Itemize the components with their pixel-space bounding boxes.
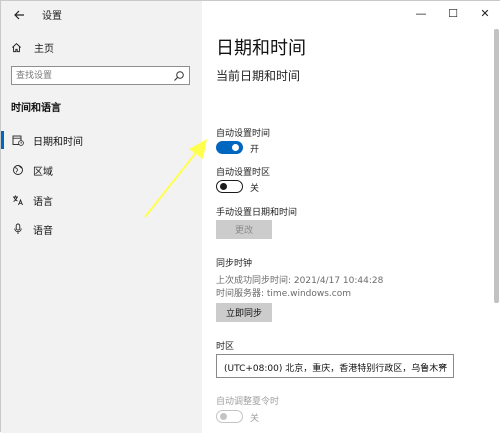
sidebar: 设置 主页 时间和语言 日期和时间 <box>1 1 202 433</box>
microphone-icon <box>14 223 22 234</box>
dst-label: 自动调整夏令时 <box>216 397 280 407</box>
app-title: 设置 <box>42 11 62 22</box>
minimize-button[interactable]: — <box>405 1 437 25</box>
last-sync-text: 上次成功同步时间: 2021/4/17 10:44:28 <box>216 276 384 286</box>
auto-time-label: 自动设置时间 <box>216 129 271 139</box>
section-title: 时间和语言 <box>11 103 61 114</box>
globe-icon <box>13 165 23 175</box>
sidebar-item-label: 语言 <box>33 197 53 208</box>
window-controls: — ☐ ✕ <box>405 1 500 25</box>
dst-toggle[interactable] <box>216 410 243 423</box>
settings-window: 设置 主页 时间和语言 日期和时间 <box>0 0 500 433</box>
chevron-down-icon <box>438 364 447 370</box>
time-server-text: 时间服务器: time.windows.com <box>216 289 352 299</box>
toggle-knob <box>232 144 239 151</box>
auto-timezone-state: 关 <box>250 184 260 194</box>
titlebar-left: 设置 <box>1 1 202 29</box>
sync-now-button[interactable]: 立即同步 <box>216 303 272 322</box>
sidebar-item-region[interactable]: 区域 <box>1 158 202 182</box>
timezone-value: (UTC+08:00) 北京，重庆，香港特别行政区，乌鲁木齐 <box>224 364 448 374</box>
toggle-knob <box>220 412 227 420</box>
sidebar-item-label: 语音 <box>33 226 53 237</box>
sidebar-item-date-time[interactable]: 日期和时间 <box>1 128 202 152</box>
search-input[interactable] <box>16 69 166 83</box>
toggle-knob <box>220 182 227 190</box>
close-button[interactable]: ✕ <box>469 1 500 25</box>
auto-timezone-label: 自动设置时区 <box>216 168 271 178</box>
back-button[interactable] <box>9 5 29 25</box>
auto-time-state: 开 <box>250 145 260 155</box>
change-button[interactable]: 更改 <box>216 220 272 239</box>
timezone-select[interactable]: (UTC+08:00) 北京，重庆，香港特别行政区，乌鲁木齐 <box>216 354 454 378</box>
search-box[interactable] <box>11 66 190 85</box>
maximize-button[interactable]: ☐ <box>437 1 469 25</box>
calendar-clock-icon <box>12 135 24 146</box>
search-icon[interactable] <box>173 70 185 82</box>
sidebar-item-language[interactable]: 语言 <box>1 188 202 212</box>
section-subtitle: 当前日期和时间 <box>216 69 301 83</box>
manual-datetime-label: 手动设置日期和时间 <box>216 208 298 218</box>
sidebar-item-speech[interactable]: 语音 <box>1 217 202 241</box>
sidebar-item-label: 区域 <box>33 167 53 178</box>
sidebar-item-label: 日期和时间 <box>33 137 83 148</box>
sidebar-item-label: 主页 <box>34 43 54 55</box>
auto-time-toggle[interactable] <box>216 141 243 154</box>
auto-timezone-toggle[interactable] <box>216 180 243 193</box>
arrow-left-icon <box>14 10 24 20</box>
sidebar-item-home[interactable]: 主页 <box>11 38 54 56</box>
home-icon <box>12 42 21 52</box>
sync-title: 同步时钟 <box>216 259 253 269</box>
timezone-label: 时区 <box>216 342 235 352</box>
dst-state: 关 <box>250 414 260 424</box>
language-icon <box>13 195 23 206</box>
scrollbar[interactable] <box>494 29 499 303</box>
main-content: — ☐ ✕ 日期和时间 当前日期和时间 自动设置时间 开 自动设置时区 关 手动… <box>202 1 500 433</box>
page-title: 日期和时间 <box>216 38 306 59</box>
